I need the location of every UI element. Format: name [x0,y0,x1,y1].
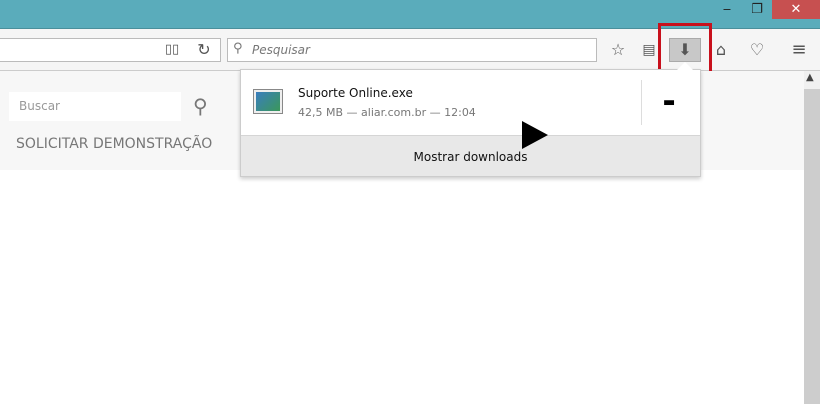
open-folder-icon[interactable]: ▬ [663,95,675,110]
url-bar[interactable] [0,38,221,62]
home-icon[interactable]: ⌂ [709,38,733,62]
show-all-downloads-button[interactable]: Mostrar downloads [241,135,700,176]
search-icon: ⚲ [233,41,243,56]
download-meta: 42,5 MB — aliar.com.br — 12:04 [298,106,476,119]
reload-icon[interactable]: ↻ [192,38,216,62]
close-button[interactable]: ✕ [772,0,820,19]
minimize-button[interactable]: ‒ [712,0,742,19]
divider [641,80,642,125]
menu-icon[interactable]: ≡ [787,38,811,62]
download-name[interactable]: Suporte Online.exe [298,86,413,100]
demo-link[interactable]: SOLICITAR DEMONSTRAÇÃO [16,136,212,152]
scrollbar-thumb[interactable] [804,89,820,404]
scroll-up-icon[interactable]: ▲ [806,72,814,83]
restore-button[interactable]: ❐ [742,0,772,19]
exe-file-icon [253,89,283,114]
reader-view-icon[interactable]: ▯▯ [160,38,184,62]
search-input[interactable]: Pesquisar [227,38,597,62]
page-search-icon[interactable]: ⚲ [193,94,208,118]
bookmark-star-icon[interactable]: ☆ [606,38,630,62]
search-placeholder: Pesquisar [252,43,310,57]
pocket-icon[interactable]: ♡ [745,38,769,62]
pointer-cursor-icon [522,121,548,149]
page-search-input[interactable]: Buscar [9,92,181,121]
panel-arrow [677,62,693,70]
